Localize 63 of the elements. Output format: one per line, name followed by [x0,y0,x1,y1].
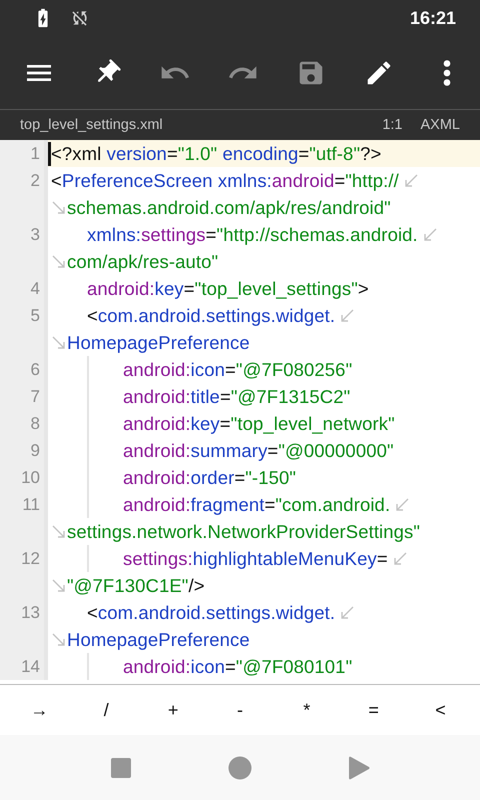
wrap-icon [422,226,438,242]
circle-icon[interactable] [228,756,252,780]
syntax-mode: AXML [420,117,460,133]
code-editor[interactable] [0,140,480,685]
line-number: 9 [30,440,40,460]
line-number: 4 [30,278,40,298]
code-text: android:title="@7F1315C2" [123,386,350,408]
line-number: 6 [30,360,40,380]
wrap-icon [51,334,67,350]
line-number: 11 [22,494,40,514]
symbol-key[interactable]: < [412,690,468,730]
code-text: android:summary="@00000000" [123,440,394,462]
line-number: 8 [30,414,40,434]
line-number: 13 [21,602,40,622]
line-number: 7 [30,386,40,406]
code-text: <?xml version="1.0" encoding="utf-8"?> [51,142,382,164]
code-text: com/apk/res-auto" [67,250,218,272]
code-text: android:icon="@7F080256" [123,358,352,380]
code-text: "@7F130C1E"/> [67,574,205,596]
wrap-icon [51,200,67,216]
line-number: 14 [21,656,40,676]
wrap-icon [339,308,356,324]
code-text: android:order="-150" [123,466,296,488]
wrap-icon [402,172,419,188]
line-number: 1 [30,144,40,164]
cursor-position: 1:1 [382,117,402,133]
code-text: schemas.android.com/apk/res/android" [67,196,391,218]
line-number: 5 [30,306,40,326]
symbol-key[interactable]: → [11,690,68,730]
triangle-icon[interactable] [348,756,370,780]
clock-time: 16:21 [410,8,456,28]
more-icon [443,60,451,86]
code-text: android:fragment="com.android. [123,494,390,516]
line-number: 10 [21,468,40,488]
code-text: <com.android.settings.widget. [87,304,336,326]
wrap-icon [339,604,356,620]
code-text: android:key="top_level_network" [123,412,395,434]
text-cursor [48,142,51,166]
line-number: 3 [30,224,40,244]
line-number: 12 [21,548,40,568]
symbol-key[interactable]: / [78,690,134,730]
code-text: xmlns:settings="http://schemas.android. [87,224,418,246]
code-text: HomepagePreference [67,628,250,650]
code-text: android:icon="@7F080101" [123,656,352,678]
wrap-icon [51,578,67,594]
line-number: 2 [30,170,40,190]
code-text: settings.network.NetworkProviderSettings" [67,520,420,542]
code-text: settings:highlightableMenuKey= [123,548,388,570]
wrap-icon [51,254,67,270]
code-text: <com.android.settings.widget. [87,602,336,624]
symbol-key[interactable]: = [346,690,402,730]
file-name: top_level_settings.xml [20,117,163,133]
wrap-icon [51,524,67,540]
wrap-icon [392,550,408,566]
code-text: android:key="top_level_settings"> [87,278,369,300]
code-text: <PreferenceScreen xmlns:android="http:// [51,170,399,192]
symbol-key[interactable]: * [278,690,335,730]
code-text: HomepagePreference [67,332,250,354]
wrap-icon [51,632,67,648]
square-icon[interactable] [110,756,132,778]
symbol-key[interactable]: + [145,690,202,730]
wrap-icon [394,496,410,512]
symbol-key[interactable]: - [212,690,268,730]
